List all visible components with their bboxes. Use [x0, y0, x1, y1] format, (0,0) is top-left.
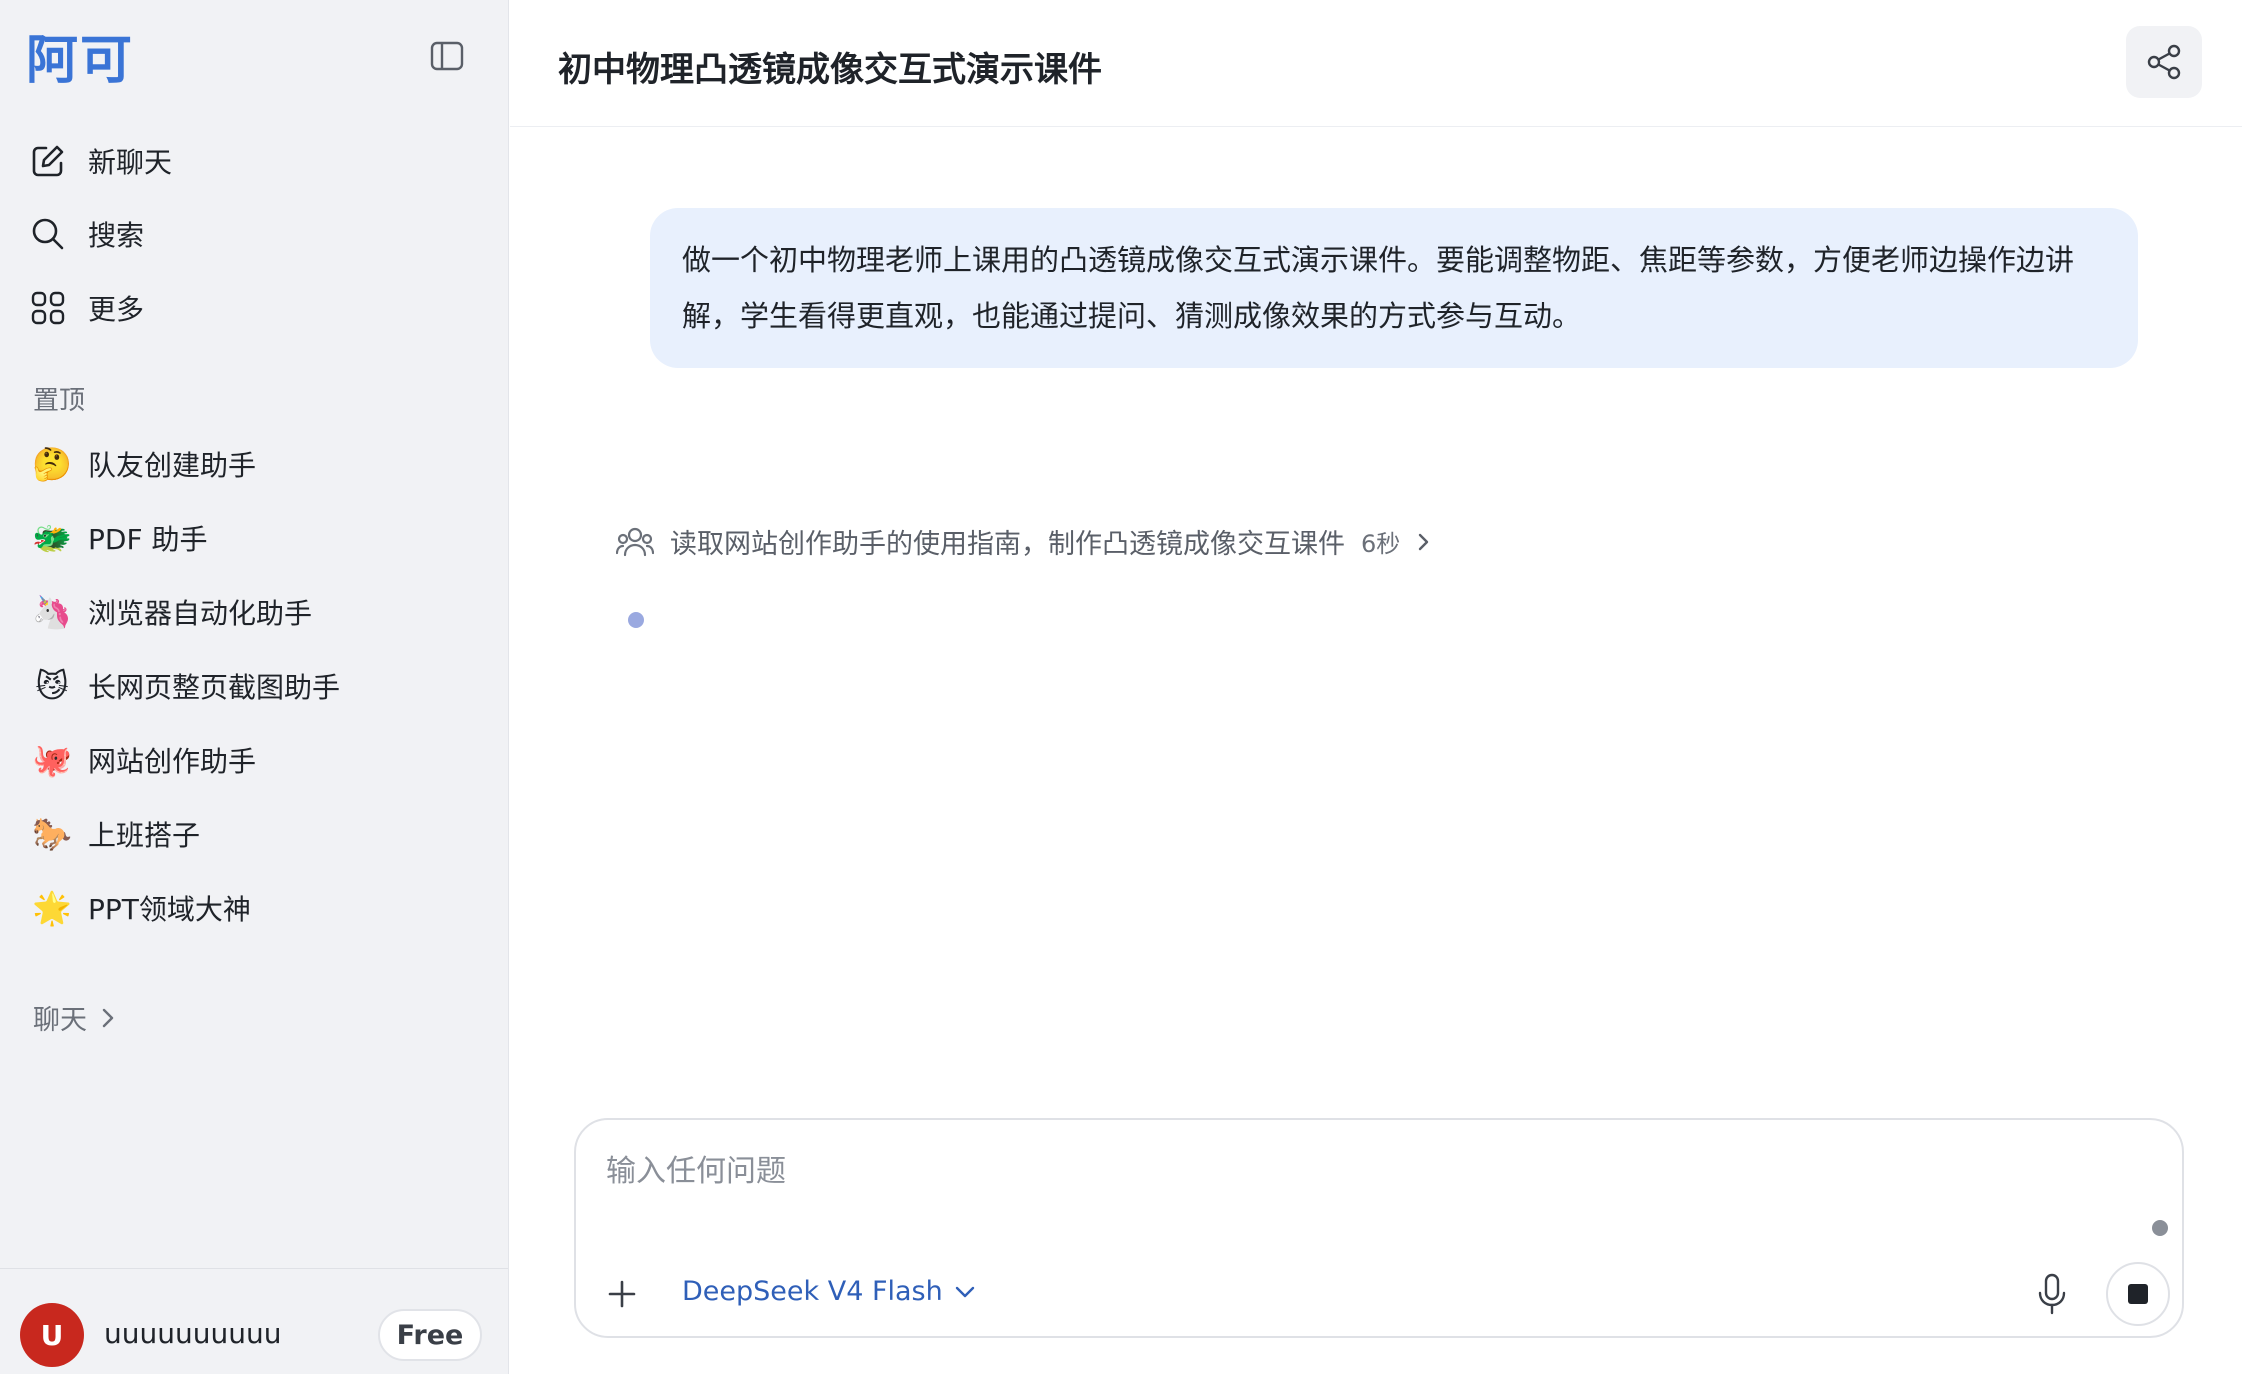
agent-item-pdf[interactable]: 🐲 PDF 助手 [20, 507, 480, 569]
cat-icon: 😼 [35, 667, 69, 705]
stop-icon [2128, 1284, 2148, 1304]
chevron-right-icon [102, 1008, 114, 1027]
sidebar-toggle-icon [430, 41, 464, 71]
model-name: DeepSeek V4 Flash [682, 1276, 943, 1307]
user-bar: U uuuuuuuuuu Free [0, 1268, 508, 1374]
scroll-indicator [2152, 1220, 2168, 1236]
share-button[interactable] [2126, 26, 2202, 98]
pinned-section-title: 置顶 [33, 386, 86, 416]
step-text: 读取网站创作助手的使用指南，制作凸透镜成像交互课件 [670, 529, 1345, 560]
agent-item-teammate-creator[interactable]: 🤔 队友创建助手 [20, 433, 480, 495]
main-panel: 初中物理凸透镜成像交互式演示课件 做一个初中物理老师上课用的凸透镜成像交互式演示… [510, 0, 2242, 1374]
username[interactable]: uuuuuuuuuu [104, 1317, 281, 1350]
sidebar-toggle-button[interactable] [426, 38, 468, 74]
search-icon [20, 206, 76, 262]
unicorn-icon: 🦄 [32, 593, 72, 631]
stop-generation-button[interactable] [2106, 1262, 2170, 1326]
horse-icon: 🐎 [32, 815, 72, 853]
thinking-face-icon: 🤔 [32, 445, 72, 483]
star-icon: 🌟 [32, 889, 72, 927]
voice-input-button[interactable] [2030, 1270, 2074, 1318]
agent-step-row[interactable]: 读取网站创作助手的使用指南，制作凸透镜成像交互课件 6秒 [616, 522, 1430, 561]
microphone-icon [2038, 1273, 2066, 1315]
agent-label: PPT领域大神 [88, 893, 251, 926]
nav-label: 搜索 [88, 219, 145, 252]
agent-item-long-screenshot[interactable]: 😼 长网页整页截图助手 [20, 655, 480, 717]
chevron-down-icon [955, 1286, 975, 1298]
nav-label: 新聊天 [88, 146, 173, 179]
chats-section-toggle[interactable]: 聊天 [33, 998, 115, 1037]
nav-label: 更多 [88, 293, 145, 326]
octopus-icon: 🐙 [32, 741, 72, 779]
header: 初中物理凸透镜成像交互式演示课件 [510, 0, 2242, 127]
message-input[interactable] [606, 1146, 2106, 1196]
composer: DeepSeek V4 Flash [574, 1118, 2184, 1338]
step-duration: 6秒 [1361, 530, 1401, 558]
edit-icon [20, 133, 76, 189]
share-icon [2147, 44, 2181, 80]
dragon-icon: 🐲 [32, 519, 72, 557]
grid-icon [20, 280, 76, 336]
add-attachment-button[interactable] [600, 1272, 644, 1316]
agent-item-website-creator[interactable]: 🐙 网站创作助手 [20, 729, 480, 791]
user-message-bubble: 做一个初中物理老师上课用的凸透镜成像交互式演示课件。要能调整物距、焦距等参数，方… [650, 208, 2138, 368]
loading-indicator [628, 612, 644, 628]
chats-section-title: 聊天 [33, 1005, 87, 1036]
agent-label: 队友创建助手 [88, 449, 257, 482]
agent-label: 上班搭子 [88, 819, 201, 852]
agent-label: 浏览器自动化助手 [88, 597, 313, 630]
page-title: 初中物理凸透镜成像交互式演示课件 [558, 50, 1102, 90]
plus-icon [608, 1280, 636, 1308]
search-button[interactable]: 搜索 [20, 203, 480, 265]
sidebar: 阿可 新聊天 搜索 更多 置顶 🤔 队友创建助手 🐲 PDF 助手 🦄 浏览器自… [0, 0, 509, 1374]
agent-item-browser-automation[interactable]: 🦄 浏览器自动化助手 [20, 581, 480, 643]
agent-label: 长网页整页截图助手 [88, 671, 341, 704]
agent-label: 网站创作助手 [88, 745, 257, 778]
more-button[interactable]: 更多 [20, 277, 480, 339]
plan-badge[interactable]: Free [378, 1309, 482, 1361]
model-selector[interactable]: DeepSeek V4 Flash [682, 1276, 975, 1307]
agent-item-work-buddy[interactable]: 🐎 上班搭子 [20, 803, 480, 865]
app-logo[interactable]: 阿可 [26, 26, 134, 91]
agent-item-ppt-master[interactable]: 🌟 PPT领域大神 [20, 877, 480, 939]
new-chat-button[interactable]: 新聊天 [20, 130, 480, 192]
agent-label: PDF 助手 [88, 523, 208, 556]
chevron-right-icon [1418, 531, 1430, 553]
avatar[interactable]: U [20, 1303, 84, 1367]
team-icon [616, 527, 654, 556]
